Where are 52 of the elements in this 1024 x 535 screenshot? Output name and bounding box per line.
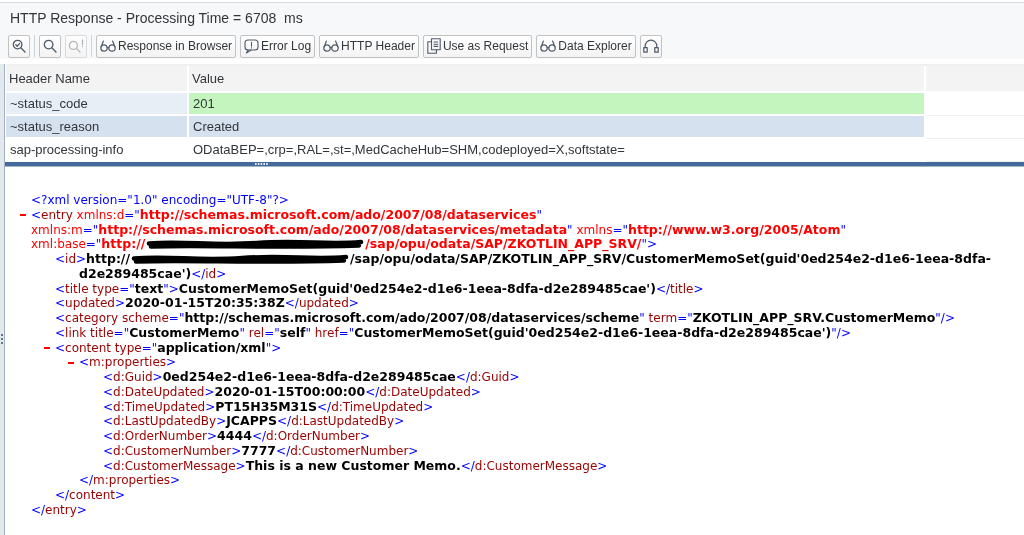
- toolbar-button[interactable]: Use as Request: [422, 34, 533, 58]
- toolbar-button[interactable]: HTTP Header: [319, 34, 419, 58]
- xml-line: <content type="application/xml">: [55, 340, 282, 356]
- glasses-icon: [100, 40, 116, 52]
- column-header[interactable]: Value: [189, 66, 926, 91]
- xml-line: <m:properties>: [79, 355, 177, 370]
- minus-icon[interactable]: [68, 361, 74, 364]
- toolbar-button[interactable]: Data Explorer: [536, 34, 636, 58]
- xml-line: <d:DateUpdated>2020-01-15T00:00:00</d:DateUpdated>: [103, 384, 481, 400]
- xml-line: </m:properties>: [79, 473, 181, 488]
- table-cell: ~status_reason: [6, 116, 189, 139]
- headset-icon: [642, 39, 659, 53]
- xml-line: <d:OrderNumber>4444</d:OrderNumber>: [103, 429, 371, 444]
- toolbar-button[interactable]: [639, 34, 662, 58]
- toolbar-button[interactable]: [39, 34, 61, 58]
- xml-line: xmlns:m="http://schemas.microsoft.com/ado/2007/08/dataservices/metadata" xmlns="http://www.w3.org/2005/Atom": [31, 222, 846, 238]
- xml-line: <link title="CustomerMemo" rel="self" href="CustomerMemoSet(guid'0ed254e2-d1e6-1eea-8dfa-d2e289485cae')"/>: [55, 325, 851, 341]
- glasses-icon: [323, 40, 340, 52]
- table-cell: 201: [189, 93, 926, 116]
- xml-line: /sap/opu/odata/SAP/ZKOTLIN_APP_SRV/">: [365, 237, 657, 252]
- xml-line: <title type="text">CustomerMemoSet(guid'0ed254e2-d1e6-1eea-8dfa-d2e289485cae')</title>: [55, 281, 704, 297]
- toolbar-button[interactable]: Error Log: [240, 34, 316, 58]
- window-title: HTTP Response - Processing Time = 6708 ms: [10, 10, 303, 26]
- xml-line: </content>: [55, 488, 126, 503]
- toolbar-button[interactable]: Response in Browser: [96, 34, 237, 58]
- alert-note-icon: [244, 38, 260, 54]
- xml-line: d2e289485cae')</id>: [79, 266, 227, 282]
- copy-icon: [426, 38, 441, 54]
- toolbar-button[interactable]: [8, 34, 30, 58]
- column-header[interactable]: Header Name: [6, 66, 189, 91]
- search-icon: [43, 39, 57, 53]
- xml-line: <id>http://: [55, 252, 130, 267]
- xml-line: <?xml version="1.0" encoding="UTF-8"?>: [31, 193, 289, 208]
- glasses-icon: [540, 40, 557, 52]
- splitter-bar[interactable]: [5, 162, 1024, 167]
- xml-line: <updated>2020-01-15T20:35:38Z</updated>: [55, 296, 359, 311]
- xml-line: <d:CustomerNumber>7777</d:CustomerNumber>: [103, 443, 419, 459]
- search-next-icon: [68, 39, 84, 53]
- table-cell: ~status_code: [6, 93, 189, 116]
- xml-line: /sap/opu/odata/SAP/ZKOTLIN_APP_SRV/CustomerMemoSet(guid'0ed254e2-d1e6-1eea-8dfa-: [350, 252, 992, 267]
- magnifier-icon: [12, 39, 26, 53]
- xml-line: <d:TimeUpdated>PT15H35M31S</d:TimeUpdated>: [103, 399, 434, 415]
- xml-line: <category scheme="http://schemas.microsoft.com/ado/2007/08/dataservices/scheme" term="ZKOTLIN_APP_SRV.CustomerMemo"/>: [55, 311, 955, 326]
- xml-line: </entry>: [31, 502, 87, 518]
- xml-line: <entry xmlns:d="http://schemas.microsoft.com/ado/2007/08/dataservices": [31, 207, 542, 223]
- minus-icon[interactable]: [44, 346, 50, 349]
- xml-line: xml:base="http://: [31, 237, 146, 252]
- minus-icon[interactable]: [20, 214, 26, 217]
- table-cell: Created: [189, 116, 926, 139]
- xml-line: <d:LastUpdatedBy>JCAPPS</d:LastUpdatedBy>: [103, 414, 405, 429]
- xml-line: <d:Guid>0ed254e2-d1e6-1eea-8dfa-d2e289485cae</d:Guid>: [103, 370, 520, 385]
- xml-line: <d:CustomerMessage>This is a new Customer Memo.</d:CustomerMessage>: [103, 458, 608, 474]
